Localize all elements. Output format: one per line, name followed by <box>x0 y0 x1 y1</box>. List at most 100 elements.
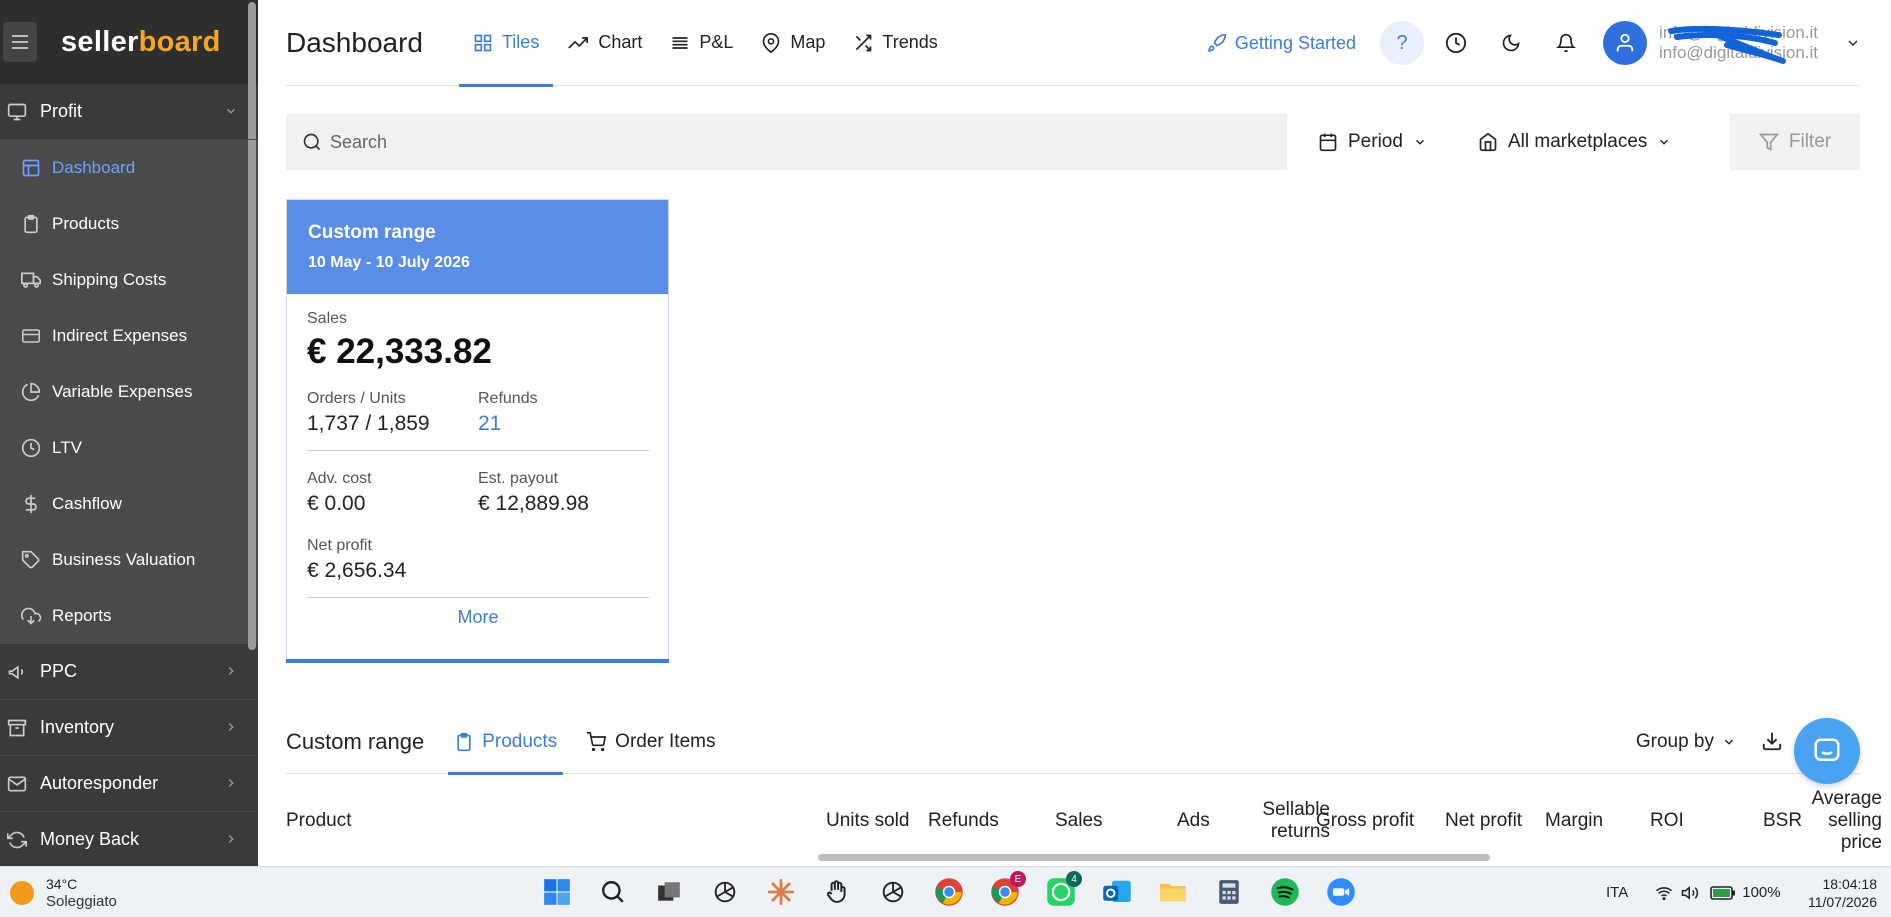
sidebar-item-shipping-costs[interactable]: Shipping Costs <box>0 252 258 308</box>
col-margin[interactable]: Margin <box>1545 786 1603 856</box>
user-email[interactable]: info@digitaldivision.it info@digitaldivi… <box>1659 23 1841 64</box>
filter-button[interactable]: Filter <box>1730 114 1860 170</box>
chevron-right-icon <box>224 830 238 851</box>
col-bsr[interactable]: BSR <box>1763 786 1802 856</box>
file-explorer-icon[interactable] <box>1156 875 1190 909</box>
sidebar-section-inventory[interactable]: Inventory <box>0 700 258 756</box>
chatgpt-icon[interactable] <box>708 875 742 909</box>
sidebar-section-ppc[interactable]: PPC <box>0 644 258 700</box>
sidebar-section-profit[interactable]: Profit <box>0 84 258 140</box>
sales-value: € 22,333.82 <box>307 332 492 371</box>
tab-tiles[interactable]: Tiles <box>458 0 554 87</box>
volume-icon[interactable] <box>1680 884 1700 902</box>
tab-chart[interactable]: Chart <box>553 0 656 86</box>
tile-header[interactable]: Custom range 10 May - 10 July 2026 <box>287 200 668 294</box>
mail-icon <box>6 773 28 795</box>
weather-widget[interactable]: 34°C Soleggiato <box>10 875 117 910</box>
language-indicator[interactable]: ITA <box>1606 884 1628 901</box>
chatgpt-icon[interactable] <box>876 875 910 909</box>
sidebar-item-reports[interactable]: Reports <box>0 588 258 644</box>
group-by-dropdown[interactable]: Group by <box>1636 710 1736 774</box>
menu-toggle-icon[interactable] <box>3 22 37 62</box>
col-gross-profit[interactable]: Gross profit <box>1316 786 1414 856</box>
truck-icon <box>20 269 42 291</box>
history-button[interactable] <box>1434 21 1478 65</box>
more-link[interactable]: More <box>307 598 649 628</box>
download-icon[interactable] <box>1761 730 1783 752</box>
col-roi[interactable]: ROI <box>1650 786 1684 856</box>
marketplaces-dropdown[interactable]: All marketplaces <box>1478 114 1681 170</box>
help-button[interactable]: ? <box>1380 21 1424 65</box>
col-sales[interactable]: Sales <box>1055 786 1103 856</box>
dark-mode-button[interactable] <box>1489 21 1533 65</box>
chat-button[interactable] <box>1794 718 1860 784</box>
map-pin-icon <box>763 32 780 53</box>
horizontal-scrollbar[interactable] <box>818 854 1490 861</box>
period-dropdown[interactable]: Period <box>1318 114 1437 170</box>
sidebar-section-label: Inventory <box>40 717 115 737</box>
calculator-icon[interactable] <box>1212 875 1246 909</box>
tab-products[interactable]: Products <box>448 710 564 775</box>
orders-value: 1,737 / 1,859 <box>307 412 430 435</box>
card-icon <box>20 325 42 347</box>
clock-icon <box>1445 32 1467 54</box>
refunds-value[interactable]: 21 <box>478 412 649 436</box>
sidebar-item-variable-expenses[interactable]: Variable Expenses <box>0 364 258 420</box>
avatar[interactable] <box>1603 21 1647 65</box>
archive-icon <box>6 717 28 739</box>
dollar-icon <box>20 493 42 515</box>
tab-trends[interactable]: Trends <box>839 0 951 86</box>
clock[interactable]: 18:04:18 11/07/2026 <box>1808 875 1877 911</box>
sidebar-item-cashflow[interactable]: Cashflow <box>0 476 258 532</box>
tab-pl[interactable]: P&L <box>656 0 747 86</box>
sidebar-section-money-back[interactable]: Money Back <box>0 812 258 866</box>
megaphone-icon <box>6 661 28 683</box>
filter-label: Filter <box>1788 131 1832 152</box>
tab-label: Order Items <box>615 730 716 752</box>
battery-icon[interactable] <box>1710 885 1736 901</box>
col-ads[interactable]: Ads <box>1177 786 1210 856</box>
net-profit-label: Net profit <box>307 537 372 554</box>
tab-map[interactable]: Map <box>747 0 839 86</box>
col-net-profit[interactable]: Net profit <box>1445 786 1522 856</box>
layout-icon <box>20 157 42 179</box>
chat-icon <box>1814 738 1840 761</box>
clock-icon <box>20 437 42 459</box>
col-units-sold[interactable]: Units sold <box>826 786 909 856</box>
chrome-icon[interactable] <box>932 875 966 909</box>
table-header: Product Units sold Refunds Sales Ads Sel… <box>286 786 1891 856</box>
zoom-icon[interactable] <box>1324 875 1358 909</box>
shuffle-icon <box>856 34 872 51</box>
col-product[interactable]: Product <box>286 786 351 856</box>
wifi-icon[interactable] <box>1654 884 1674 902</box>
logo[interactable]: sellerboard <box>61 26 221 59</box>
tab-label: Products <box>482 730 558 752</box>
marketplaces-label: All marketplaces <box>1508 131 1648 152</box>
windows-start-icon[interactable] <box>540 875 574 909</box>
chrome-profile-icon[interactable]: E <box>988 871 1026 909</box>
spotify-icon[interactable] <box>1268 875 1302 909</box>
outlook-icon[interactable] <box>1100 875 1134 909</box>
whatsapp-icon[interactable]: 4 <box>1044 871 1082 909</box>
task-view-icon[interactable] <box>652 875 686 909</box>
search-input[interactable]: Search <box>286 114 1287 170</box>
sidebar-section-autoresponder[interactable]: Autoresponder <box>0 756 258 812</box>
sidebar-item-business-valuation[interactable]: Business Valuation <box>0 532 258 588</box>
sidebar-item-ltv[interactable]: LTV <box>0 420 258 476</box>
col-refunds[interactable]: Refunds <box>928 786 999 856</box>
profit-submenu: Dashboard Products Shipping Costs Indire… <box>0 140 258 644</box>
refunds-label: Refunds <box>478 390 538 407</box>
search-icon[interactable] <box>596 875 630 909</box>
adv-cost-value: € 0.00 <box>307 492 366 515</box>
tab-order-items[interactable]: Order Items <box>579 710 721 774</box>
sidebar-item-indirect-expenses[interactable]: Indirect Expenses <box>0 308 258 364</box>
clock-time: 18:04:18 <box>1822 876 1878 892</box>
getting-started-link[interactable]: Getting Started <box>1207 33 1356 54</box>
hand-app-icon[interactable] <box>820 875 854 909</box>
sidebar-item-products[interactable]: Products <box>0 196 258 252</box>
claude-icon[interactable] <box>764 875 798 909</box>
sidebar-item-dashboard[interactable]: Dashboard <box>0 140 258 196</box>
notifications-button[interactable] <box>1544 21 1588 65</box>
col-average-selling-price[interactable]: Average selling price <box>1804 786 1882 856</box>
tab-label: Tiles <box>501 32 540 52</box>
